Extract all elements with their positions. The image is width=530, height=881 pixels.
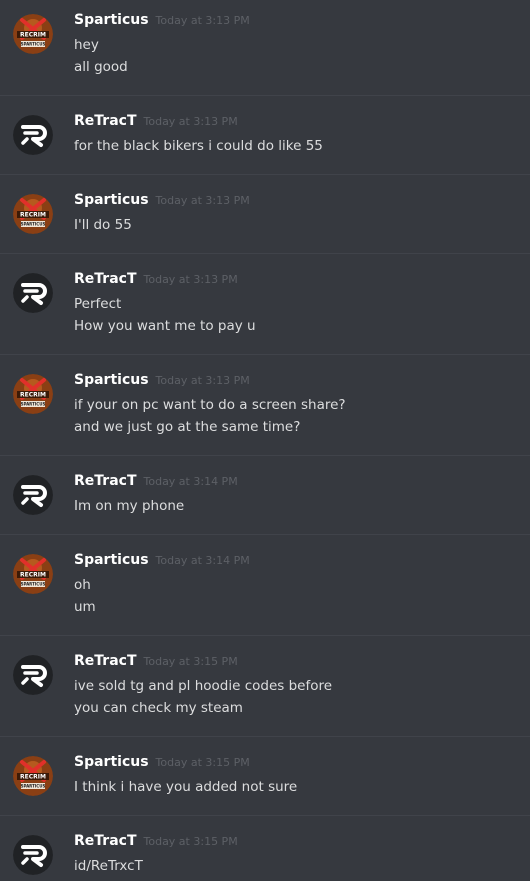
username[interactable]: Sparticus (74, 754, 149, 770)
username[interactable]: Sparticus (74, 372, 149, 388)
message-group: RECRIM SPARTICUS Sparticus Today at 3:15 … (0, 754, 530, 816)
timestamp: Today at 3:13 PM (155, 374, 250, 387)
avatar-logo-bottom-text: SPARTICUS (21, 582, 46, 587)
message-text: id/ReTrxcT (74, 858, 143, 874)
timestamp: Today at 3:15 PM (155, 756, 250, 769)
avatar-logo-bottom-text: SPARTICUS (21, 222, 46, 227)
message-group: RECRIM SPARTICUS Sparticus Today at 3:14 … (0, 552, 530, 636)
avatar-logo-bottom-text: SPARTICUS (21, 402, 46, 407)
username[interactable]: Sparticus (74, 192, 149, 208)
message-text: How you want me to pay u (74, 318, 256, 334)
timestamp: Today at 3:13 PM (143, 115, 238, 128)
message-group: RECRIM SPARTICUS Sparticus Today at 3:13 … (0, 372, 530, 456)
retract-logo-avatar[interactable] (13, 273, 53, 313)
message-text: if your on pc want to do a screen share? (74, 397, 346, 413)
username[interactable]: Sparticus (74, 12, 149, 28)
sparticus-avatar[interactable]: RECRIM SPARTICUS (13, 14, 53, 54)
message-header: Sparticus Today at 3:14 PM (74, 552, 520, 574)
avatar-logo-top-text: RECRIM (20, 212, 46, 219)
message-text: all good (74, 59, 128, 75)
message-text: you can check my steam (74, 700, 243, 716)
message-header: ReTracT Today at 3:15 PM (74, 653, 520, 675)
avatar-logo-top-text: RECRIM (20, 774, 46, 781)
timestamp: Today at 3:14 PM (143, 475, 238, 488)
username[interactable]: ReTracT (74, 113, 137, 129)
retract-logo-avatar[interactable] (13, 115, 53, 155)
message-header: ReTracT Today at 3:13 PM (74, 271, 520, 293)
timestamp: Today at 3:13 PM (143, 273, 238, 286)
message-header: ReTracT Today at 3:13 PM (74, 113, 520, 135)
message-group: RECRIM SPARTICUS Sparticus Today at 3:13 … (0, 192, 530, 254)
chat-messages: RECRIM SPARTICUS Sparticus Today at 3:13 … (0, 0, 530, 881)
timestamp: Today at 3:13 PM (155, 194, 250, 207)
message-text: ive sold tg and pl hoodie codes before (74, 678, 333, 694)
username[interactable]: ReTracT (74, 271, 137, 287)
retract-logo-avatar[interactable] (13, 835, 53, 875)
message-header: ReTracT Today at 3:14 PM (74, 473, 520, 495)
sparticus-avatar[interactable]: RECRIM SPARTICUS (13, 756, 53, 796)
username[interactable]: ReTracT (74, 473, 137, 489)
avatar-logo-top-text: RECRIM (20, 32, 46, 39)
message-text: Im on my phone (74, 498, 185, 514)
message-header: Sparticus Today at 3:13 PM (74, 372, 520, 394)
avatar-logo-bottom-text: SPARTICUS (21, 42, 46, 47)
message-header: Sparticus Today at 3:13 PM (74, 192, 520, 214)
avatar-logo-top-text: RECRIM (20, 392, 46, 399)
message-group: RECRIM SPARTICUS Sparticus Today at 3:13 … (0, 12, 530, 96)
message-text: hey (74, 37, 99, 53)
timestamp: Today at 3:15 PM (143, 835, 238, 848)
message-header: ReTracT Today at 3:15 PM (74, 833, 520, 855)
username[interactable]: ReTracT (74, 653, 137, 669)
timestamp: Today at 3:13 PM (155, 14, 250, 27)
message-text: I think i have you added not sure (74, 779, 298, 795)
retract-logo-avatar[interactable] (13, 475, 53, 515)
timestamp: Today at 3:14 PM (155, 554, 250, 567)
message-group: ReTracT Today at 3:15 PM id/ReTrxcT (0, 833, 530, 881)
sparticus-avatar[interactable]: RECRIM SPARTICUS (13, 554, 53, 594)
message-header: Sparticus Today at 3:13 PM (74, 12, 520, 34)
message-text: and we just go at the same time? (74, 419, 301, 435)
avatar-logo-top-text: RECRIM (20, 572, 46, 579)
message-group: ReTracT Today at 3:15 PM ive sold tg and p… (0, 653, 530, 737)
sparticus-avatar[interactable]: RECRIM SPARTICUS (13, 194, 53, 234)
message-group: ReTracT Today at 3:14 PM Im on my phone (0, 473, 530, 535)
message-header: Sparticus Today at 3:15 PM (74, 754, 520, 776)
message-text: um (74, 599, 96, 615)
sparticus-avatar[interactable]: RECRIM SPARTICUS (13, 374, 53, 414)
username[interactable]: ReTracT (74, 833, 137, 849)
timestamp: Today at 3:15 PM (143, 655, 238, 668)
message-text: Perfect (74, 296, 122, 312)
username[interactable]: Sparticus (74, 552, 149, 568)
avatar-logo-bottom-text: SPARTICUS (21, 784, 46, 789)
message-group: ReTracT Today at 3:13 PM for the black bik… (0, 113, 530, 175)
message-text: I'll do 55 (74, 217, 132, 233)
retract-logo-avatar[interactable] (13, 655, 53, 695)
message-group: ReTracT Today at 3:13 PM Perfect How you wa… (0, 271, 530, 355)
message-text: for the black bikers i could do like 55 (74, 138, 323, 154)
message-text: oh (74, 577, 91, 593)
